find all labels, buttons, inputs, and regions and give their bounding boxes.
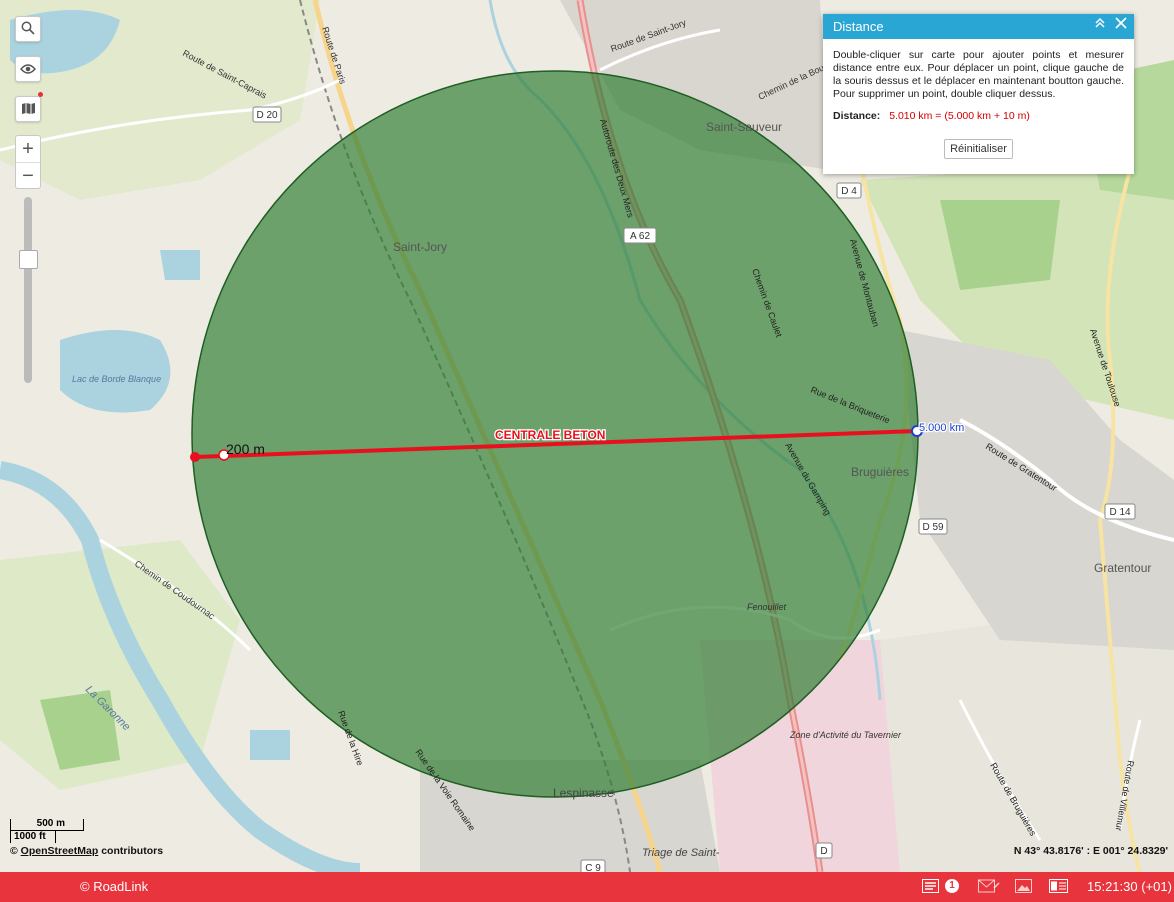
close-icon[interactable] [1114, 16, 1128, 35]
distance-instructions: Double-cliquer sur carte pour ajouter po… [833, 49, 1124, 100]
attribution-prefix: © [10, 845, 18, 857]
svg-text:D 14: D 14 [1109, 507, 1131, 518]
distance-panel-header: Distance [823, 14, 1134, 39]
place-label: Triage de Saint- [642, 847, 720, 859]
visibility-button[interactable] [15, 56, 41, 82]
notification-dot [38, 92, 43, 97]
image-icon[interactable] [1014, 879, 1032, 895]
road-badge: D 4 [836, 182, 862, 199]
road-badge: D 20 [252, 106, 282, 123]
place-label: Fenouillet [747, 602, 787, 612]
place-label: Zone d'Activité du Tavernier [789, 730, 902, 740]
svg-text:D 59: D 59 [922, 522, 944, 533]
measure-start-point[interactable] [190, 452, 200, 462]
notification-badge: 1 [945, 879, 959, 893]
distance-row: Distance: 5.010 km = (5.000 km + 10 m) [833, 110, 1124, 123]
search-icon [21, 19, 35, 40]
brand-label[interactable]: © RoadLink [80, 879, 148, 894]
svg-text:D 4: D 4 [841, 186, 857, 197]
map-layers-button[interactable] [15, 96, 41, 122]
panel-icon[interactable] [1049, 879, 1068, 895]
place-label: Gratentour [1094, 561, 1151, 575]
place-label: Bruguières [851, 465, 909, 479]
road-badge: D [815, 842, 833, 859]
svg-text:D: D [820, 846, 827, 857]
distance-label: Distance: [833, 110, 881, 122]
distance-value: 5.010 km = (5.000 km + 10 m) [889, 110, 1030, 122]
status-bar: © RoadLink 1 15:21:30 (+01) [0, 872, 1174, 902]
eye-icon [20, 59, 36, 80]
zoom-slider[interactable] [24, 197, 32, 383]
place-label: Saint-Sauveur [706, 120, 782, 134]
place-label: Lespinasse [553, 786, 614, 800]
clock: 15:21:30 (+01) [1087, 879, 1172, 894]
search-button[interactable] [15, 16, 41, 42]
zoom-slider-handle[interactable] [19, 250, 38, 270]
collapse-icon[interactable] [1094, 16, 1106, 35]
road-badge: A 62 [623, 227, 657, 244]
scale-imperial: 1000 ft [10, 831, 56, 843]
scale-metric: 500 m [10, 819, 84, 831]
measure-end-label: 5.000 km [919, 422, 964, 434]
svg-text:D 20: D 20 [256, 110, 278, 121]
svg-text:A 62: A 62 [630, 231, 650, 242]
attribution-suffix: contributors [101, 845, 164, 857]
attribution: © OpenStreetMap contributors [10, 845, 163, 857]
measure-center-label: CENTRALE BETON [495, 428, 605, 442]
scale-bar: 500 m 1000 ft [10, 819, 84, 843]
list-icon[interactable] [921, 879, 939, 895]
svg-text:C 9: C 9 [585, 863, 601, 872]
zoom-in-button[interactable]: + [16, 136, 40, 163]
distance-panel-title: Distance [833, 19, 884, 34]
zoom-control: + − [15, 135, 41, 189]
reset-button[interactable]: Réinitialiser [944, 139, 1013, 159]
place-label: Saint-Jory [393, 240, 447, 254]
road-badge: D 14 [1104, 503, 1136, 520]
road-badge: D 59 [918, 518, 948, 535]
cursor-coordinates: N 43° 43.8176' : E 001° 24.8329' [1013, 845, 1168, 857]
road-badge: C 9 [580, 859, 606, 872]
distance-panel: Distance Double-cliquer sur carte pour a… [823, 14, 1134, 174]
measure-start-label: 200 m [226, 441, 265, 457]
map-layers-icon [21, 99, 36, 120]
place-label: Lac de Borde Blanque [72, 374, 161, 384]
mail-icon[interactable] [978, 879, 1000, 895]
zoom-out-button[interactable]: − [16, 163, 40, 189]
osm-link[interactable]: OpenStreetMap [21, 845, 99, 857]
